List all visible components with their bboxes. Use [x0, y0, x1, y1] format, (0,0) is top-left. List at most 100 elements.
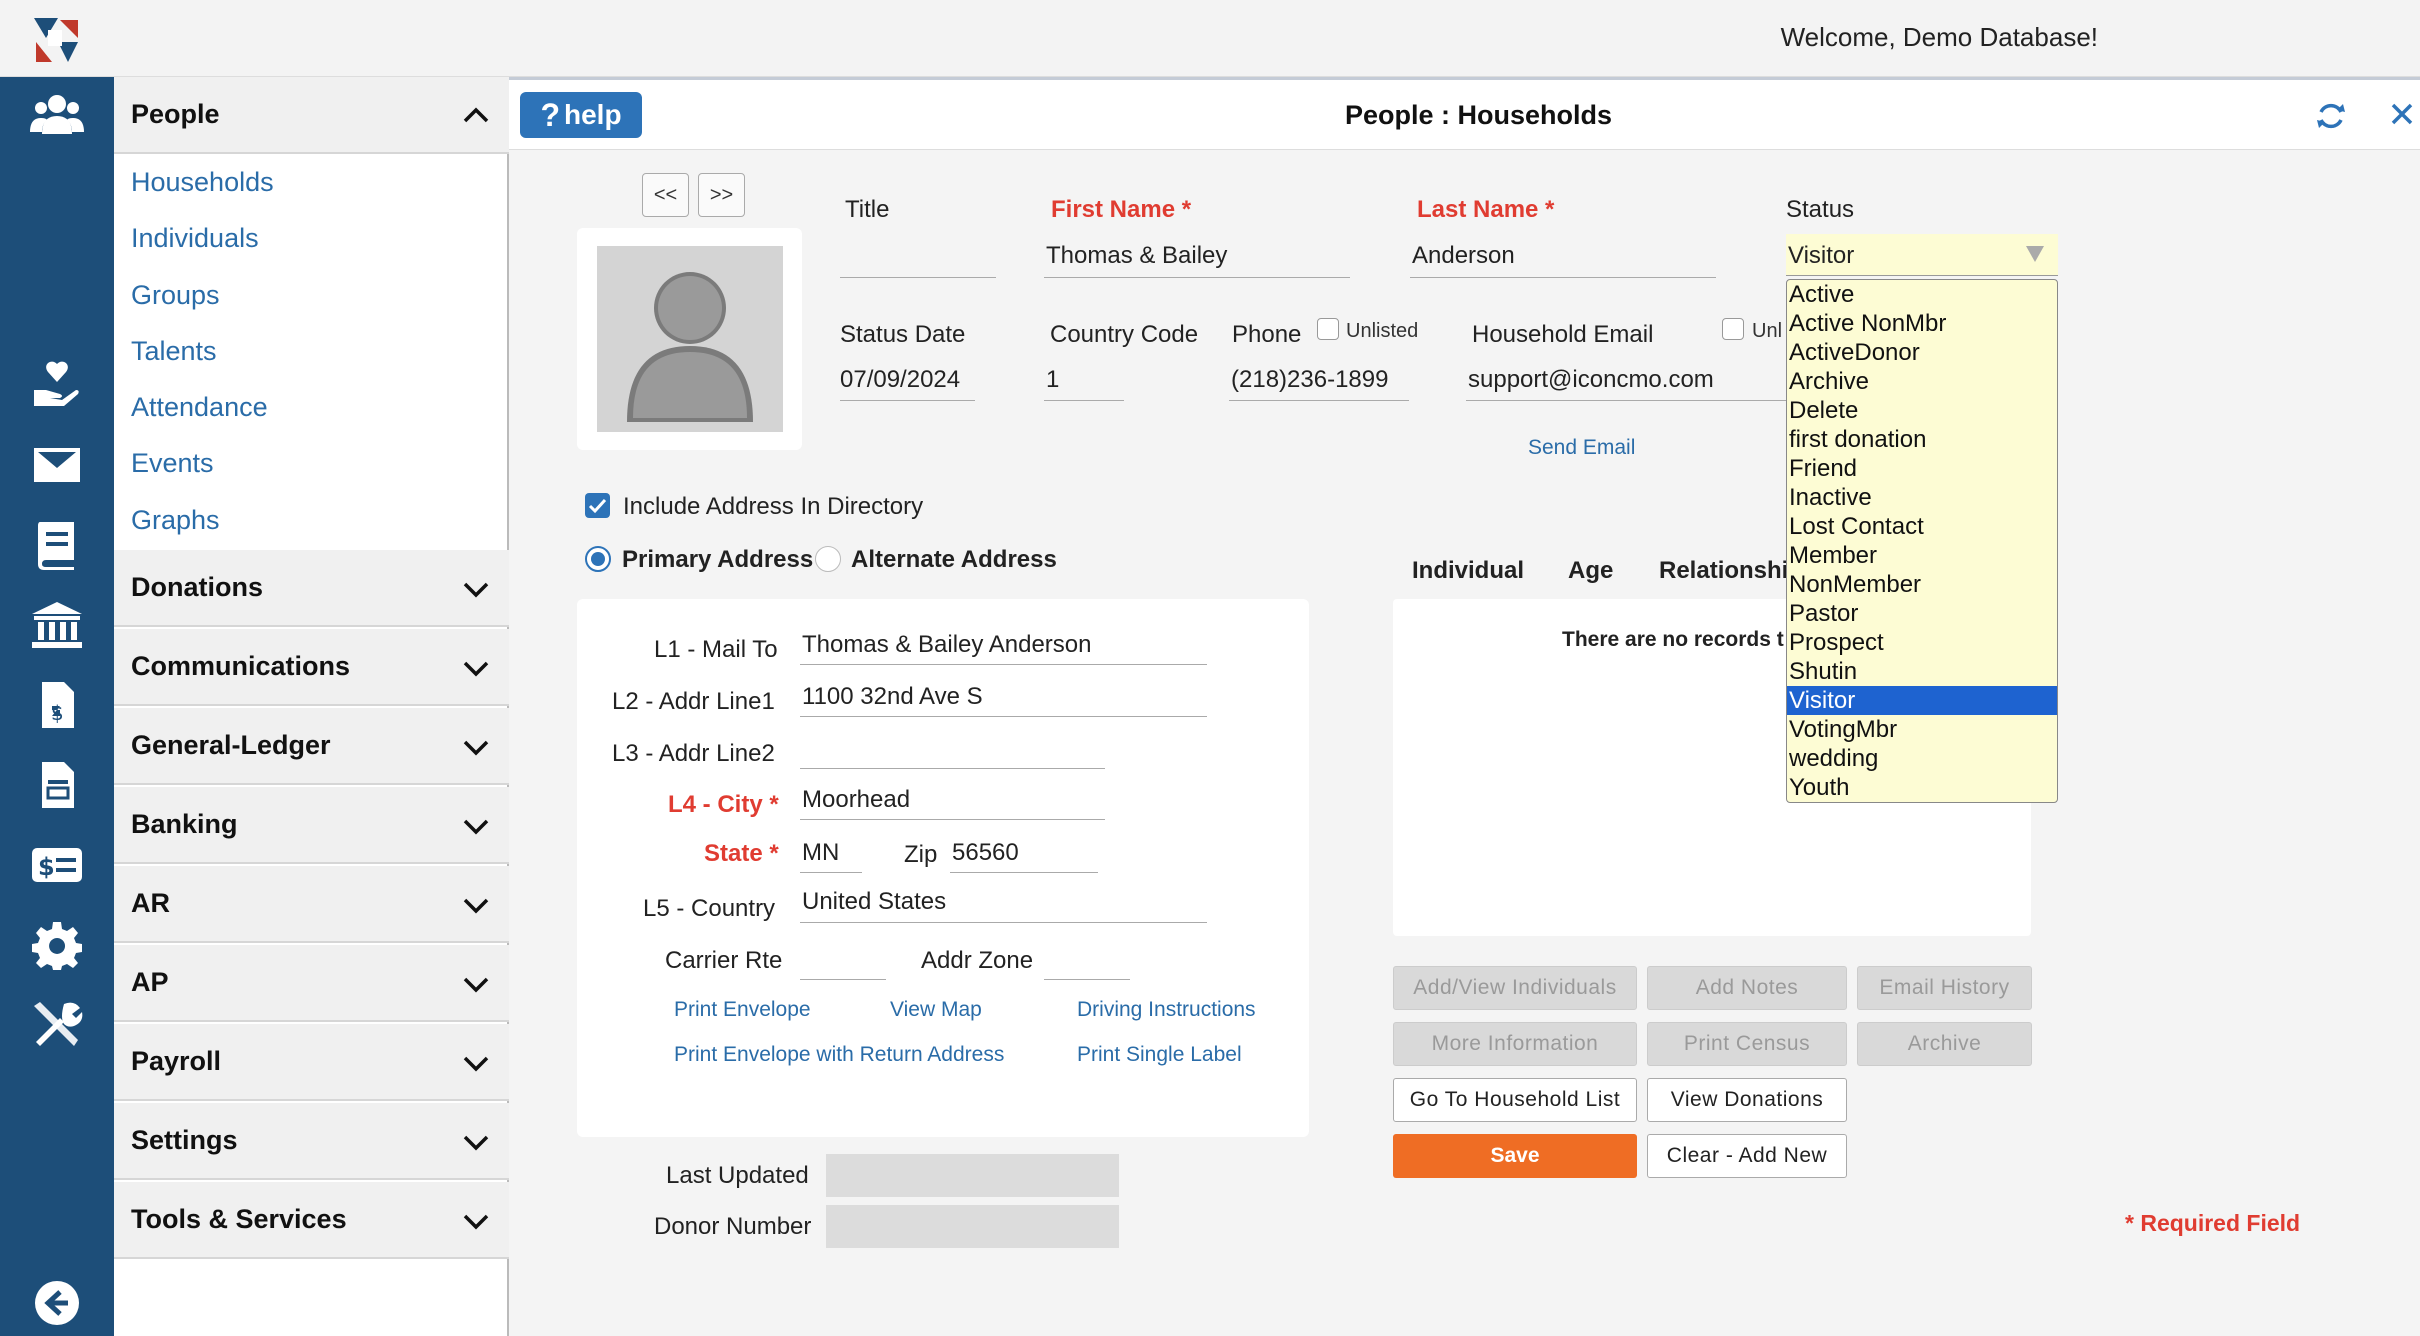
status-option[interactable]: Member [1787, 541, 2057, 570]
status-option[interactable]: wedding [1787, 744, 2057, 773]
menu-section-communications[interactable]: Communications [114, 629, 509, 706]
chevron-down-icon[interactable] [461, 653, 491, 683]
chevron-down-icon[interactable] [461, 969, 491, 999]
menu-section-payroll[interactable]: Payroll [114, 1024, 509, 1101]
communications-icon[interactable] [27, 437, 87, 493]
payroll-icon[interactable]: $ [27, 837, 87, 893]
state-field[interactable]: MN [802, 839, 839, 867]
close-icon[interactable] [2388, 100, 2416, 128]
refresh-icon[interactable] [2315, 100, 2347, 132]
menu-section-ap[interactable]: AP [114, 945, 509, 1022]
status-option[interactable]: Inactive [1787, 483, 2057, 512]
app-logo[interactable] [32, 16, 80, 64]
bank-icon[interactable] [27, 597, 87, 653]
household-email-field[interactable]: support@iconcmo.com [1468, 366, 1714, 394]
column-individual[interactable]: Individual [1412, 557, 1524, 585]
status-option[interactable]: Friend [1787, 454, 2057, 483]
column-age[interactable]: Age [1568, 557, 1613, 585]
menu-section-tools-services[interactable]: Tools & Services [114, 1182, 509, 1259]
donations-icon[interactable] [27, 357, 87, 413]
status-option[interactable]: Lost Contact [1787, 512, 2057, 541]
status-option[interactable]: Youth [1787, 773, 2057, 802]
chevron-up-icon[interactable] [461, 101, 491, 131]
chevron-down-icon[interactable] [461, 890, 491, 920]
menu-item-individuals[interactable]: Individuals [131, 223, 259, 254]
menu-section-settings[interactable]: Settings [114, 1103, 509, 1180]
next-record-button[interactable]: >> [698, 173, 745, 217]
clear-add-new-button[interactable]: Clear - Add New [1647, 1134, 1847, 1178]
previous-record-button[interactable]: << [642, 173, 689, 217]
status-option[interactable]: Prospect [1787, 628, 2057, 657]
email-unlisted-checkbox[interactable] [1722, 318, 1744, 340]
menu-item-talents[interactable]: Talents [131, 336, 217, 367]
help-button[interactable]: ? help [520, 92, 642, 138]
column-relationship[interactable]: Relationshi [1659, 557, 1788, 585]
first-name-field[interactable]: Thomas & Bailey [1046, 242, 1227, 270]
status-option[interactable]: Delete [1787, 396, 2057, 425]
status-option[interactable]: Active NonMbr [1787, 309, 2057, 338]
email-history-button[interactable]: Email History [1857, 966, 2032, 1010]
invoice-dollar-icon[interactable]: $ [27, 677, 87, 733]
bill-icon[interactable] [27, 757, 87, 813]
menu-item-graphs[interactable]: Graphs [131, 505, 220, 536]
status-dropdown-list[interactable]: Active Active NonMbr ActiveDonor Archive Del… [1786, 279, 2058, 803]
l2-field[interactable]: 1100 32nd Ave S [802, 683, 983, 711]
send-email-link[interactable]: Send Email [1528, 436, 1635, 460]
ledger-icon[interactable] [27, 517, 87, 573]
last-name-field[interactable]: Anderson [1412, 242, 1515, 270]
zip-field[interactable]: 56560 [952, 839, 1019, 867]
photo-frame[interactable] [577, 228, 802, 450]
more-information-button[interactable]: More Information [1393, 1022, 1637, 1066]
view-donations-button[interactable]: View Donations [1647, 1078, 1847, 1122]
archive-button[interactable]: Archive [1857, 1022, 2032, 1066]
print-envelope-return-link[interactable]: Print Envelope with Return Address [674, 1043, 1004, 1067]
collapse-back-icon[interactable] [27, 1275, 87, 1331]
print-envelope-link[interactable]: Print Envelope [674, 998, 811, 1022]
tools-icon[interactable] [27, 997, 87, 1053]
chevron-down-icon[interactable] [461, 1206, 491, 1236]
status-option[interactable]: Pastor [1787, 599, 2057, 628]
add-notes-button[interactable]: Add Notes [1647, 966, 1847, 1010]
status-date-field[interactable]: 07/09/2024 [840, 366, 960, 394]
status-option[interactable]: ActiveDonor [1787, 338, 2057, 367]
chevron-down-icon[interactable] [461, 1127, 491, 1157]
chevron-down-icon[interactable] [461, 1048, 491, 1078]
view-map-link[interactable]: View Map [890, 998, 982, 1022]
menu-section-donations[interactable]: Donations [114, 550, 509, 627]
status-option[interactable]: NonMember [1787, 570, 2057, 599]
addr-zone-field[interactable] [1046, 945, 1132, 975]
status-option[interactable]: Archive [1787, 367, 2057, 396]
menu-section-general-ledger[interactable]: General-Ledger [114, 708, 509, 785]
menu-item-events[interactable]: Events [131, 448, 214, 479]
status-option[interactable]: VotingMbr [1787, 715, 2057, 744]
alternate-address-radio[interactable] [815, 546, 841, 572]
save-button[interactable]: Save [1393, 1134, 1637, 1178]
menu-section-people[interactable]: People [114, 77, 509, 154]
l1-field[interactable]: Thomas & Bailey Anderson [802, 631, 1092, 659]
add-view-individuals-button[interactable]: Add/View Individuals [1393, 966, 1637, 1010]
go-to-household-list-button[interactable]: Go To Household List [1393, 1078, 1637, 1122]
print-single-label-link[interactable]: Print Single Label [1077, 1043, 1242, 1067]
city-field[interactable]: Moorhead [802, 786, 910, 814]
phone-field[interactable]: (218)236-1899 [1231, 366, 1388, 394]
l3-field[interactable] [802, 735, 1107, 765]
primary-address-radio[interactable] [585, 546, 611, 572]
menu-item-groups[interactable]: Groups [131, 280, 220, 311]
carrier-route-field[interactable] [802, 945, 888, 975]
chevron-down-icon[interactable] [461, 811, 491, 841]
country-code-field[interactable]: 1 [1046, 366, 1059, 394]
gear-icon[interactable] [27, 917, 87, 973]
status-option[interactable]: Visitor [1787, 686, 2057, 715]
include-directory-checkbox[interactable] [585, 493, 610, 518]
menu-item-attendance[interactable]: Attendance [131, 392, 268, 423]
people-icon[interactable] [27, 87, 87, 143]
status-option[interactable]: Active [1787, 280, 2057, 309]
title-field[interactable] [840, 240, 996, 276]
phone-unlisted-checkbox[interactable] [1317, 318, 1339, 340]
menu-section-ar[interactable]: AR [114, 866, 509, 943]
driving-instructions-link[interactable]: Driving Instructions [1077, 998, 1256, 1022]
status-select[interactable]: Visitor [1786, 234, 2058, 276]
chevron-down-icon[interactable] [461, 574, 491, 604]
menu-item-households[interactable]: Households [131, 167, 274, 198]
print-census-button[interactable]: Print Census [1647, 1022, 1847, 1066]
